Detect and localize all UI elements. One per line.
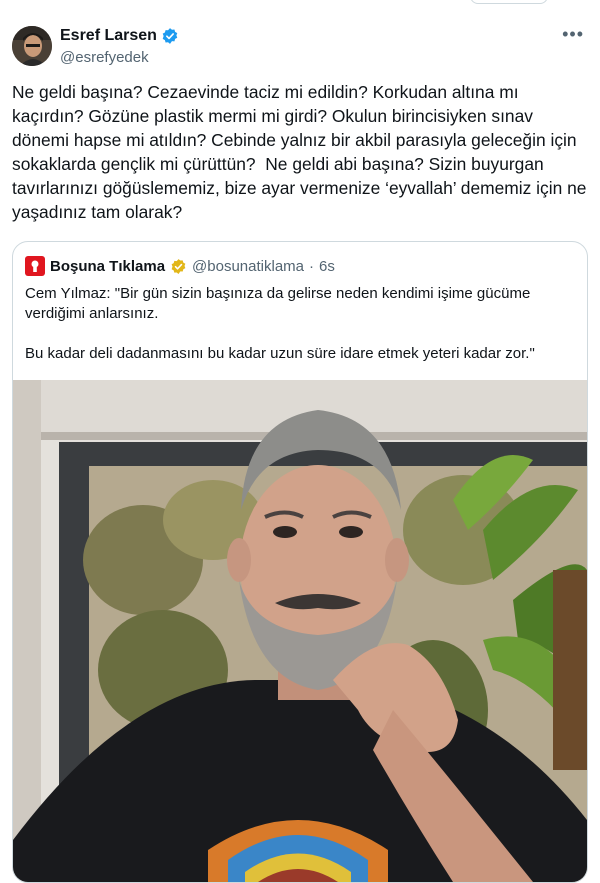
more-options-icon[interactable]: ••• — [562, 24, 584, 45]
avatar[interactable] — [12, 26, 52, 66]
tweet-text: Ne geldi başına? Cezaevinde taciz mi edi… — [12, 82, 592, 222]
quoted-tweet-photo[interactable] — [13, 380, 587, 882]
quoted-handle[interactable]: @bosunatiklama — [192, 258, 304, 275]
separator-dot: · — [309, 257, 314, 275]
quoted-tweet-text: Cem Yılmaz: "Bir gün sizin başınıza da g… — [25, 285, 535, 362]
author-display-name[interactable]: Esref Larsen — [60, 27, 157, 45]
quoted-display-name[interactable]: Boşuna Tıklama — [50, 258, 165, 275]
verified-badge-icon — [162, 28, 178, 44]
quoted-tweet[interactable]: Boşuna Tıklama @bosunatiklama · 6s Cem Y… — [12, 241, 588, 883]
quoted-tweet-header: Boşuna Tıklama @bosunatiklama · 6s — [25, 256, 335, 276]
author-handle[interactable]: @esrefyedek — [60, 49, 149, 66]
quoted-timestamp[interactable]: 6s — [319, 258, 335, 275]
quote-logo-icon[interactable] — [25, 256, 45, 276]
portrait-photo — [13, 380, 587, 882]
gold-verified-badge-icon — [171, 258, 186, 274]
author-name-row: Esref Larsen — [60, 27, 179, 45]
tweet-header: Esref Larsen @esrefyedek ••• — [12, 24, 588, 70]
top-pill-button[interactable] — [470, 0, 548, 4]
